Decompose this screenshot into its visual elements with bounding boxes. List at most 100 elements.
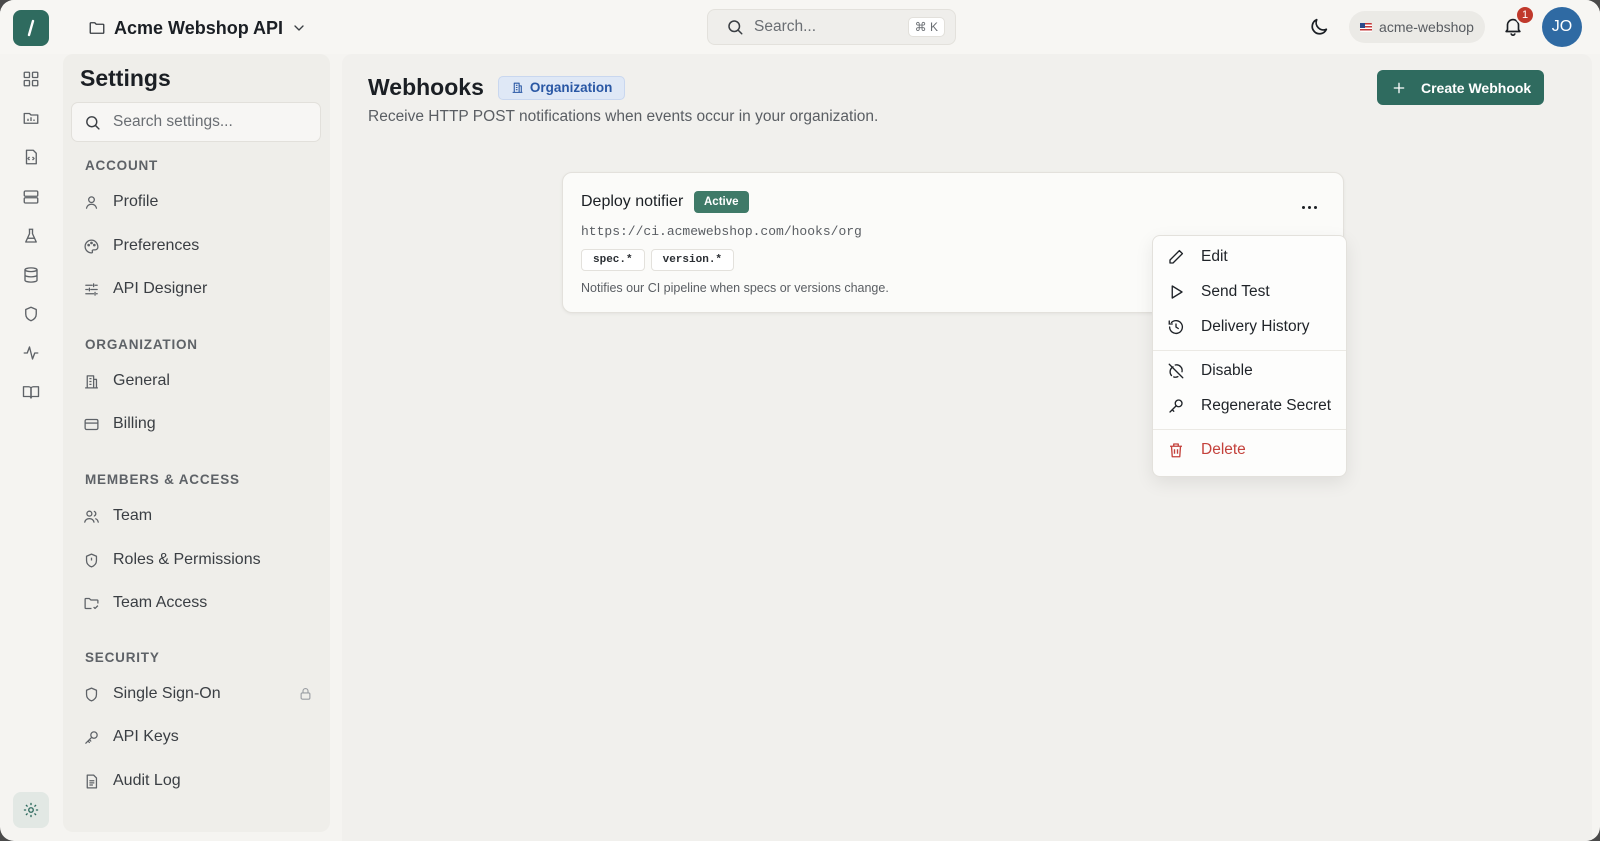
sidebar-item-label: Single Sign-On <box>113 685 221 702</box>
scope-badge-label: Organization <box>529 80 613 95</box>
sidebar-item-audit-log[interactable]: Audit Log <box>83 764 313 798</box>
status-badge: Active <box>694 191 749 213</box>
flag-icon <box>1360 22 1373 32</box>
menu-item-label: Delivery History <box>1201 318 1310 335</box>
logo-slash-icon <box>27 19 35 37</box>
create-webhook-label: Create Webhook <box>1421 79 1532 96</box>
test-flask-icon[interactable] <box>19 224 43 248</box>
menu-item-regenerate-secret[interactable]: Regenerate Secret <box>1153 390 1346 422</box>
event-tag: version.* <box>650 249 735 271</box>
event-tag: spec.* <box>581 249 645 271</box>
servers-icon[interactable] <box>19 185 43 209</box>
sidebar-item-label: General <box>113 372 170 389</box>
search-icon <box>728 20 743 35</box>
key-icon <box>85 730 98 744</box>
section-title-account: ACCOUNT <box>85 158 159 173</box>
sidebar-item-label: Team <box>113 507 153 524</box>
settings-gear-icon[interactable] <box>13 792 49 828</box>
menu-item-send-test[interactable]: Send Test <box>1153 276 1346 308</box>
menu-item-label: Send Test <box>1201 283 1270 300</box>
key-icon <box>1169 399 1183 413</box>
sidebar-item-label: Audit Log <box>113 772 181 789</box>
projects-icon[interactable] <box>19 106 43 130</box>
settings-title: Settings <box>80 65 171 91</box>
page-header: Webhooks Organization <box>368 74 626 101</box>
sidebar-item-label: Preferences <box>113 237 200 254</box>
app-logo[interactable] <box>13 10 49 46</box>
lock-icon <box>300 687 311 700</box>
section-title-organization: ORGANIZATION <box>85 337 198 352</box>
shield-icon[interactable] <box>19 302 43 326</box>
scope-badge: Organization <box>497 75 626 100</box>
menu-item-label: Disable <box>1201 362 1253 379</box>
webhook-off-icon <box>1168 363 1184 379</box>
search-shortcut: ⌘ K <box>907 17 945 37</box>
docs-book-icon[interactable] <box>19 380 43 404</box>
folder-check-icon <box>84 597 99 609</box>
sidebar-item-team-access[interactable]: Team Access <box>83 586 313 620</box>
api-icon[interactable] <box>19 145 43 169</box>
building-icon <box>512 82 523 93</box>
sidebar-item-label: Roles & Permissions <box>113 551 261 568</box>
sidebar-item-api-keys[interactable]: API Keys <box>83 720 313 754</box>
menu-item-disable[interactable]: Disable <box>1153 355 1346 387</box>
page-subtitle: Receive HTTP POST notifications when eve… <box>368 108 879 125</box>
webhook-actions-menu: Edit Send Test Delivery History Disable … <box>1152 235 1347 477</box>
settings-sidebar: Settings Search settings... ACCOUNT Prof… <box>63 54 330 832</box>
project-switcher[interactable]: Acme Webshop API <box>88 14 307 42</box>
file-text-icon <box>86 773 98 789</box>
folder-icon <box>89 22 105 34</box>
building-icon <box>85 374 98 389</box>
more-actions-button[interactable] <box>1295 197 1323 217</box>
page-title: Webhooks <box>368 74 484 100</box>
shield-icon <box>85 686 98 702</box>
sidebar-item-api-designer[interactable]: API Designer <box>83 272 313 306</box>
database-icon[interactable] <box>19 263 43 287</box>
play-icon <box>1171 285 1183 299</box>
sidebar-item-billing[interactable]: Billing <box>83 407 313 441</box>
menu-item-delivery-history[interactable]: Delivery History <box>1153 311 1346 343</box>
sidebar-item-preferences[interactable]: Preferences <box>83 229 313 263</box>
org-name: acme-webshop <box>1379 19 1474 35</box>
user-avatar[interactable]: JO <box>1542 7 1582 47</box>
main-content: Webhooks Organization Receive HTTP POST … <box>342 54 1592 841</box>
sidebar-item-roles[interactable]: Roles & Permissions <box>83 543 313 577</box>
users-icon <box>84 510 99 523</box>
project-name: Acme Webshop API <box>114 17 284 38</box>
dot <box>1307 205 1311 209</box>
menu-divider <box>1153 350 1346 351</box>
palette-icon <box>84 238 99 254</box>
create-webhook-button[interactable]: Create Webhook <box>1377 70 1544 105</box>
sidebar-item-sso[interactable]: Single Sign-On <box>83 677 313 711</box>
user-icon <box>85 195 98 209</box>
event-tags: spec.* version.* <box>581 249 735 271</box>
settings-search-placeholder: Search settings... <box>113 113 233 130</box>
sidebar-item-general[interactable]: General <box>83 364 313 398</box>
chevron-down-icon <box>294 25 304 31</box>
menu-item-label: Regenerate Secret <box>1201 397 1332 414</box>
dashboard-icon[interactable] <box>19 67 43 91</box>
top-bar: Acme Webshop API Search... ⌘ K acme-webs… <box>0 0 1600 54</box>
sidebar-item-team[interactable]: Team <box>83 499 313 533</box>
global-search[interactable]: Search... ⌘ K <box>707 9 956 45</box>
moon-icon <box>1311 18 1328 35</box>
icon-rail <box>0 54 62 841</box>
menu-item-label: Delete <box>1201 441 1246 458</box>
dot <box>1313 205 1317 209</box>
settings-search-input[interactable]: Search settings... <box>71 102 321 142</box>
shield-check-icon <box>85 552 98 568</box>
sidebar-item-profile[interactable]: Profile <box>83 185 313 219</box>
org-selector[interactable]: acme-webshop <box>1349 11 1485 43</box>
section-title-members: MEMBERS & ACCESS <box>85 472 240 487</box>
credit-card-icon <box>84 418 99 430</box>
activity-icon[interactable] <box>19 341 43 365</box>
dot <box>1301 205 1305 209</box>
menu-item-delete[interactable]: Delete <box>1153 434 1346 466</box>
webhook-description: Notifies our CI pipeline when specs or v… <box>581 281 889 295</box>
theme-toggle[interactable] <box>1308 16 1332 40</box>
webhook-name: Deploy notifier <box>581 193 684 210</box>
menu-divider <box>1153 429 1346 430</box>
sidebar-item-label: Profile <box>113 193 159 210</box>
menu-item-label: Edit <box>1201 248 1228 265</box>
menu-item-edit[interactable]: Edit <box>1153 241 1346 273</box>
